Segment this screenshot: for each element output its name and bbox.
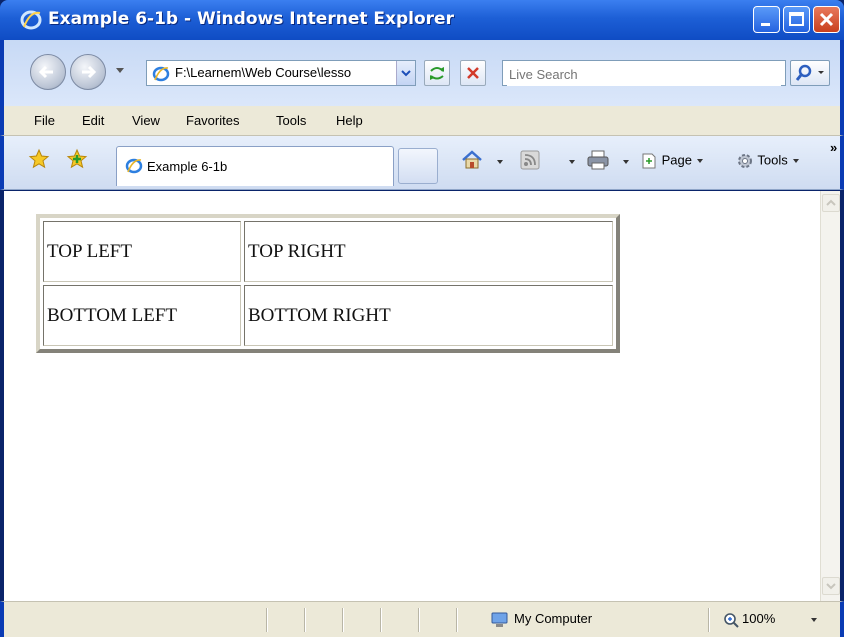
add-favorites-icon[interactable] [66, 148, 88, 170]
print-dropdown[interactable] [623, 160, 629, 164]
table-cell-bottom-left: BOTTOM LEFT [43, 285, 241, 346]
close-icon [819, 12, 834, 27]
status-divider [418, 608, 420, 632]
table-cell-bottom-right: BOTTOM RIGHT [244, 285, 613, 346]
menu-tools[interactable]: Tools [276, 113, 306, 128]
menu-view[interactable]: View [132, 113, 160, 128]
search-icon [795, 64, 824, 81]
new-tab-button[interactable] [398, 148, 438, 184]
ie-tab-icon [125, 158, 143, 174]
feeds-icon[interactable] [520, 150, 540, 170]
maximize-button[interactable] [783, 6, 810, 33]
chevron-down-icon [401, 70, 411, 77]
chevron-down-icon [826, 583, 836, 590]
tools-menu-button[interactable]: Tools [736, 152, 799, 170]
status-divider [342, 608, 344, 632]
menu-bar: File Edit View Favorites Tools Help [0, 106, 844, 136]
table-cell-top-right: TOP RIGHT [244, 221, 613, 282]
zoom-level[interactable]: 100% [742, 611, 775, 626]
address-bar[interactable]: F:\Learnem\Web Course\lesso [146, 60, 416, 86]
search-field[interactable] [502, 60, 786, 86]
table-cell-top-left: TOP LEFT [43, 221, 241, 282]
maximize-icon [789, 12, 804, 26]
home-dropdown[interactable] [497, 160, 503, 164]
search-button[interactable] [790, 60, 830, 86]
search-input[interactable] [507, 62, 781, 86]
table-row: BOTTOM LEFT BOTTOM RIGHT [43, 285, 613, 346]
zoom-icon [724, 613, 739, 628]
security-zone[interactable]: My Computer [514, 611, 592, 626]
menu-help[interactable]: Help [336, 113, 363, 128]
refresh-icon [430, 67, 444, 80]
tab-command-bar: Example 6-1b Page Tools » [0, 136, 844, 190]
feeds-dropdown[interactable] [569, 160, 575, 164]
browser-window: Example 6-1b - Windows Internet Explorer… [0, 0, 844, 637]
address-url[interactable]: F:\Learnem\Web Course\lesso [175, 65, 397, 80]
chevron-up-icon [826, 199, 836, 206]
status-divider [708, 608, 710, 632]
home-icon[interactable] [460, 148, 484, 172]
computer-icon [491, 612, 508, 627]
ie-logo-icon [20, 10, 42, 30]
status-divider [266, 608, 268, 632]
minimize-icon [761, 23, 770, 26]
forward-icon [82, 65, 97, 79]
tab-example-6-1b[interactable]: Example 6-1b [116, 146, 394, 186]
scroll-up-button[interactable] [822, 194, 840, 212]
stop-icon [467, 67, 479, 79]
favorites-star-icon[interactable] [28, 148, 50, 170]
page-menu-button[interactable]: Page [640, 152, 703, 170]
navigation-bar: F:\Learnem\Web Course\lesso [0, 40, 844, 106]
status-bar: My Computer 100% [0, 601, 844, 637]
minimize-button[interactable] [753, 6, 780, 33]
page-viewport[interactable]: TOP LEFT TOP RIGHT BOTTOM LEFT BOTTOM RI… [4, 191, 820, 601]
menu-file[interactable]: File [34, 113, 55, 128]
vertical-scrollbar[interactable] [820, 191, 840, 601]
address-dropdown[interactable] [396, 61, 415, 85]
status-divider [304, 608, 306, 632]
close-button[interactable] [813, 6, 840, 33]
tools-menu-label: Tools [757, 152, 788, 168]
scroll-down-button[interactable] [822, 577, 840, 595]
status-divider [380, 608, 382, 632]
status-divider [456, 608, 458, 632]
recent-pages-dropdown[interactable] [116, 68, 124, 73]
stop-button[interactable] [460, 60, 486, 86]
page-menu-label: Page [661, 152, 692, 168]
forward-button[interactable] [70, 54, 106, 90]
title-bar[interactable]: Example 6-1b - Windows Internet Explorer [0, 0, 844, 40]
menu-favorites[interactable]: Favorites [186, 113, 239, 128]
page-icon [642, 153, 656, 169]
menu-edit[interactable]: Edit [82, 113, 104, 128]
tab-label: Example 6-1b [147, 159, 228, 174]
more-commands-chevron[interactable]: » [830, 140, 837, 155]
window-title: Example 6-1b - Windows Internet Explorer [48, 9, 454, 29]
print-icon[interactable] [586, 149, 610, 171]
table-row: TOP LEFT TOP RIGHT [43, 221, 613, 282]
ie-page-icon [152, 66, 170, 82]
content-table: TOP LEFT TOP RIGHT BOTTOM LEFT BOTTOM RI… [36, 214, 620, 353]
tools-gear-icon [738, 154, 752, 168]
back-icon [38, 65, 53, 79]
back-button[interactable] [30, 54, 66, 90]
refresh-button[interactable] [424, 60, 450, 86]
zoom-dropdown[interactable] [811, 618, 817, 622]
